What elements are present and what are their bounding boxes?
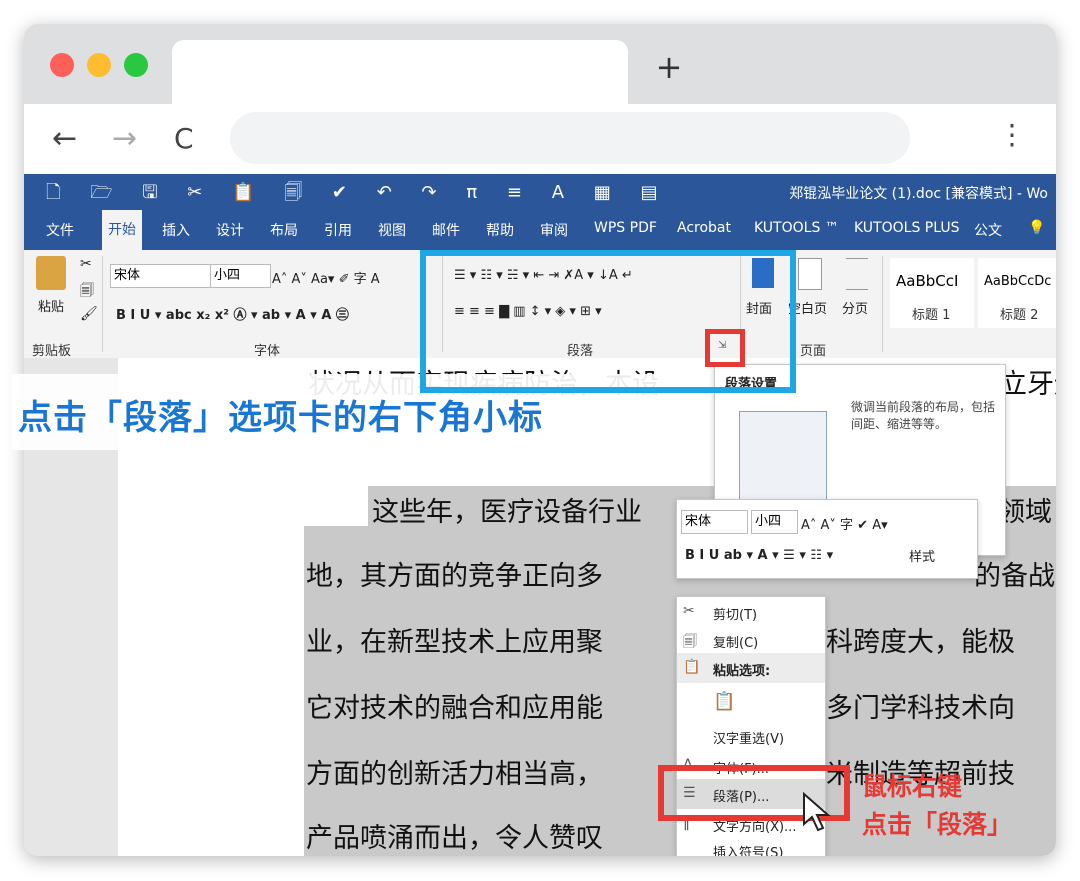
copy-icon: 🗐 xyxy=(683,634,697,650)
tab-official-doc[interactable]: 公文 xyxy=(974,220,1002,240)
document-line: 业，在新型技术上应用聚 xyxy=(306,627,603,658)
mini-styles-button[interactable]: 样式 xyxy=(909,546,935,565)
tab-file[interactable]: 文件 xyxy=(46,220,74,240)
tab-view[interactable]: 视图 xyxy=(378,220,406,240)
tab-acrobat[interactable]: Acrobat xyxy=(677,220,731,236)
format-painter-icon[interactable]: 🖌 xyxy=(80,306,98,322)
clipboard-group-label: 剪贴板 xyxy=(32,344,72,359)
mini-row1-buttons[interactable]: A˄ A˅ 字 ✔ A▾ xyxy=(801,514,888,533)
address-bar[interactable] xyxy=(230,112,910,164)
tab-home[interactable]: 开始 xyxy=(102,210,142,250)
menu-item-label: 插入符号(S) xyxy=(713,846,784,856)
minimize-window-button[interactable] xyxy=(87,53,111,77)
style-heading2-name: 标题 2 xyxy=(1000,308,1039,323)
menu-item-label: 粘贴选项: xyxy=(713,664,771,679)
lightbulb-icon[interactable]: 💡 xyxy=(1028,220,1045,236)
menu-item-label: 汉字重选(V) xyxy=(713,732,785,747)
tab-help[interactable]: 帮助 xyxy=(486,220,514,240)
quick-access-icons[interactable]: 🗋 🗁 🖫 ✂ 📋 🗐 ✔ ↶ ↷ π ≡ A ▦ ▤ xyxy=(46,180,669,210)
floating-mini-toolbar: 宋体 小四 A˄ A˅ 字 ✔ A▾ B I U ab ▾ A ▾ ☰ ▾ ☷ … xyxy=(676,499,978,579)
menu-item-paste-keep[interactable]: 📋 xyxy=(677,683,825,719)
menu-item-reconvert[interactable]: 汉字重选(V) xyxy=(677,721,825,751)
annotation-line: 鼠标右键 xyxy=(862,772,963,801)
cut-icon: ✂ xyxy=(683,603,695,619)
tab-layout[interactable]: 布局 xyxy=(270,220,298,240)
forward-arrow-icon[interactable]: → xyxy=(112,122,137,156)
document-line-fragment: 多门学科技术向 xyxy=(826,693,1015,724)
tab-references[interactable]: 引用 xyxy=(324,220,352,240)
page-break-button[interactable]: 分页 xyxy=(842,298,868,317)
document-line: 地，其方面的竞争正向多 xyxy=(306,561,603,592)
new-tab-button[interactable]: + xyxy=(654,51,684,83)
menu-item-paste-options: 📋 粘贴选项: xyxy=(677,653,825,683)
document-line: 产品喷涌而出，令人赞叹 xyxy=(306,823,603,854)
mouse-cursor-icon xyxy=(803,792,831,832)
tab-wps-pdf[interactable]: WPS PDF xyxy=(594,220,657,236)
pages-group-label: 页面 xyxy=(800,344,827,359)
menu-item-insert-symbol[interactable]: 插入符号(S) xyxy=(677,835,825,856)
mini-row2-buttons[interactable]: B I U ab ▾ A ▾ ☰ ▾ ☷ ▾ xyxy=(685,548,833,563)
tab-design[interactable]: 设计 xyxy=(216,220,244,240)
tooltip-description: 微调当前段落的布局，包括间距、缩进等等。 xyxy=(851,400,996,431)
document-line-fragment: 的备战 xyxy=(974,561,1055,592)
reload-icon[interactable]: C xyxy=(174,122,194,156)
paste-icon[interactable] xyxy=(36,256,66,290)
navigation-bar: ← → C ⋮ xyxy=(24,104,1056,174)
instruction-text: 点击「段落」选项卡的右下角小标 xyxy=(18,398,543,438)
copy-icon[interactable]: 🗐 xyxy=(80,280,94,304)
blank-page-icon[interactable] xyxy=(798,258,822,290)
browser-menu-icon[interactable]: ⋮ xyxy=(998,118,1026,151)
document-line-fragment: 立牙运 xyxy=(1000,369,1056,400)
mini-font-name-select[interactable]: 宋体 xyxy=(681,510,748,534)
browser-tab[interactable] xyxy=(172,40,628,104)
font-name-select[interactable]: 宋体 xyxy=(110,264,211,288)
ribbon-tabs: 文件 开始 插入 设计 布局 引用 视图 邮件 帮助 审阅 WPS PDF Ac… xyxy=(24,210,1056,250)
page-break-icon[interactable] xyxy=(846,258,868,290)
style-heading1-sample: AaBbCcI xyxy=(896,272,959,290)
paste-button-label[interactable]: 粘贴 xyxy=(38,296,64,315)
font-row1-buttons[interactable]: A˄ A˅ Aa▾ ✐ 字 A xyxy=(272,268,380,287)
divider xyxy=(102,256,103,352)
paragraph-group-highlight xyxy=(420,250,796,393)
font-group-label: 字体 xyxy=(254,344,281,359)
tab-review[interactable]: 审阅 xyxy=(540,220,568,240)
font-size-select[interactable]: 小四 xyxy=(210,264,271,288)
menu-item-cut[interactable]: ✂ 剪切(T) xyxy=(677,597,825,627)
document-line: 方面的创新活力相当高， xyxy=(306,759,603,790)
paste-keep-format-icon: 📋 xyxy=(713,691,736,712)
style-heading1[interactable]: AaBbCcI 标题 1 xyxy=(890,258,974,328)
back-arrow-icon[interactable]: ← xyxy=(52,122,77,156)
mini-font-size-select[interactable]: 小四 xyxy=(751,510,798,534)
dialog-launcher-highlight xyxy=(705,329,745,367)
divider xyxy=(882,256,883,352)
cut-icon[interactable]: ✂ xyxy=(80,256,92,272)
tab-kutools-plus[interactable]: KUTOOLS PLUS xyxy=(854,220,959,236)
tab-mailings[interactable]: 邮件 xyxy=(432,220,460,240)
font-row2-buttons[interactable]: B I U ▾ abc x₂ x² Ⓐ ▾ ab ▾ A ▾ A ㊂ xyxy=(116,304,349,323)
annotation-line: 点击「段落」 xyxy=(862,810,1013,839)
menu-item-copy[interactable]: 🗐 复制(C) xyxy=(677,625,825,655)
quick-access-toolbar: 🗋 🗁 🖫 ✂ 📋 🗐 ✔ ↶ ↷ π ≡ A ▦ ▤ 郑锟泓毕业论文 (1).… xyxy=(24,174,1056,210)
menu-item-label: 剪切(T) xyxy=(713,608,758,623)
right-click-annotation: 鼠标右键 点击「段落」 xyxy=(862,768,1012,844)
document-line: 这些年，医疗设备行业 xyxy=(372,497,642,528)
paste-icon: 📋 xyxy=(683,659,701,675)
dialog-preview-image xyxy=(739,411,827,513)
document-line-fragment: 领域 xyxy=(998,497,1052,528)
tab-insert[interactable]: 插入 xyxy=(162,220,190,240)
style-heading2[interactable]: AaBbCcDc 标题 2 xyxy=(978,258,1056,328)
document-line: 它对技术的融合和应用能 xyxy=(306,693,603,724)
tab-kutools[interactable]: KUTOOLS ™ xyxy=(754,220,839,236)
style-heading2-sample: AaBbCcDc xyxy=(984,274,1052,289)
document-line-fragment: 科跨度大，能极 xyxy=(826,627,1015,658)
close-window-button[interactable] xyxy=(50,53,74,77)
style-heading1-name: 标题 1 xyxy=(912,308,951,323)
menu-item-label: 复制(C) xyxy=(713,636,759,651)
tab-strip: + xyxy=(24,24,1056,104)
document-title: 郑锟泓毕业论文 (1).doc [兼容模式] - Wo xyxy=(789,186,1048,202)
maximize-window-button[interactable] xyxy=(124,53,148,77)
